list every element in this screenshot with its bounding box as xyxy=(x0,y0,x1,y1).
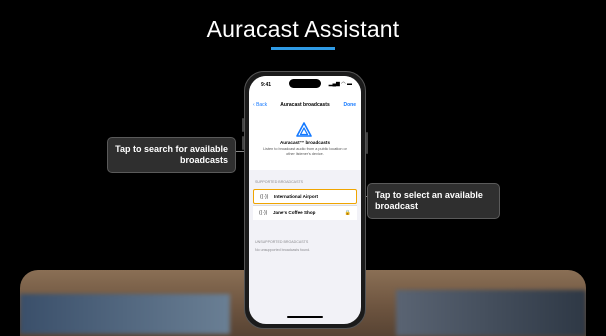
photo-region-left xyxy=(20,294,230,334)
supported-section-label: SUPPORTED BROADCASTS xyxy=(255,180,304,184)
home-indicator xyxy=(287,316,323,318)
phone-screen: 9:41 ▂▄▆ ◠ ▬ ‹ Back Auracast broadcasts … xyxy=(249,76,361,324)
header-title: Auracast™ broadcasts xyxy=(279,140,331,145)
page-title: Auracast Assistant xyxy=(206,16,400,42)
broadcast-name: International Airport xyxy=(274,194,318,199)
status-icons: ▂▄▆ ◠ ▬ xyxy=(328,81,352,87)
header-description: Listen to broadcast audio from a public … xyxy=(263,147,347,156)
broadcast-icon: ((·)) xyxy=(260,194,269,200)
broadcast-icon: ((·)) xyxy=(259,210,268,216)
title-underline xyxy=(271,47,335,50)
broadcast-row-airport[interactable]: ((·)) International Airport xyxy=(253,189,357,204)
unsupported-section-label: UNSUPPORTED BROADCASTS xyxy=(255,240,309,244)
side-button-left-2 xyxy=(242,136,244,150)
broadcast-name: Jane's Coffee Shop xyxy=(273,210,316,215)
phone: 9:41 ▂▄▆ ◠ ▬ ‹ Back Auracast broadcasts … xyxy=(242,71,368,329)
dynamic-island xyxy=(289,79,321,88)
nav-bar: ‹ Back Auracast broadcasts Done xyxy=(249,98,361,114)
callout-search: Tap to search for available broadcasts xyxy=(107,137,236,173)
callout-select: Tap to select an available broadcast xyxy=(367,183,500,219)
status-time: 9:41 xyxy=(261,82,272,88)
auracast-header-card: Auracast™ broadcasts Listen to broadcast… xyxy=(249,114,361,170)
broadcast-row-coffee[interactable]: ((·)) Jane's Coffee Shop 🔒 xyxy=(253,205,357,220)
status-bar: 9:41 ▂▄▆ ◠ ▬ xyxy=(249,76,361,98)
auracast-logo-icon xyxy=(296,122,312,137)
lock-icon: 🔒 xyxy=(344,210,351,216)
side-button-right xyxy=(366,132,368,154)
side-button-left xyxy=(242,118,244,132)
done-button[interactable]: Done xyxy=(344,102,357,108)
unsupported-empty-text: No unsupported broadcasts found. xyxy=(255,248,311,252)
photo-region-right xyxy=(396,290,586,336)
